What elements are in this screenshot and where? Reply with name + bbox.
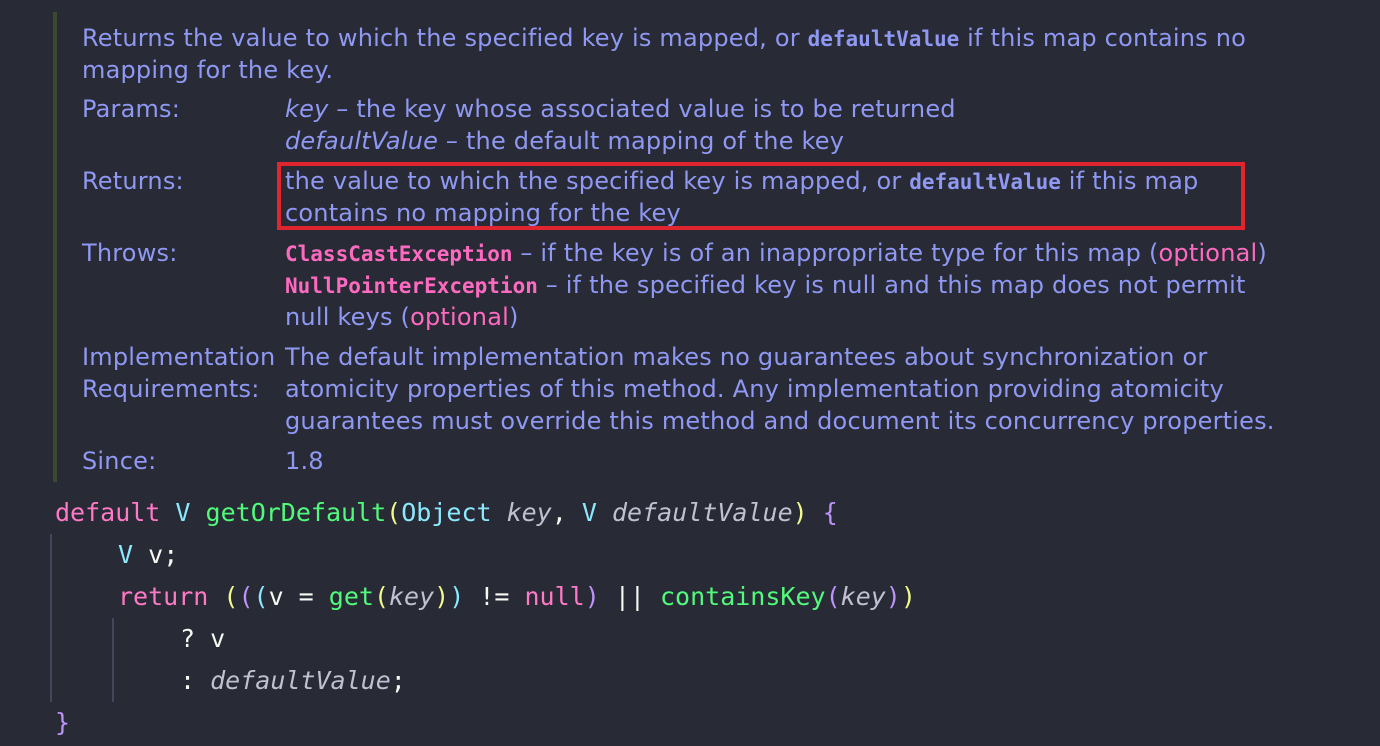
code-line-ternary-true[interactable]: ? v <box>180 618 225 660</box>
since-value: 1.8 <box>285 447 324 475</box>
code-line-declare[interactable]: V v; <box>118 534 178 576</box>
code-line-return[interactable]: return (((v = get(key)) != null) || cont… <box>118 576 916 618</box>
impl-label-line1: Implementation <box>82 343 276 371</box>
doc-summary-line2: mapping for the key. <box>82 56 334 84</box>
indent-guide <box>112 618 114 702</box>
optional-link[interactable]: optional <box>410 303 509 331</box>
param-key: key – the key whose associated value is … <box>285 95 956 123</box>
method-name[interactable]: getOrDefault <box>206 498 387 527</box>
code-line-signature[interactable]: default V getOrDefault(Object key, V def… <box>55 492 838 534</box>
impl-line2: atomicity properties of this method. Any… <box>285 375 1224 403</box>
throws-null-pointer: NullPointerException – if the specified … <box>285 271 1246 299</box>
javadoc-popup: Returns the value to which the specified… <box>0 0 1380 490</box>
since-label: Since: <box>82 447 157 475</box>
doc-summary-line1: Returns the value to which the specified… <box>82 24 1246 52</box>
throws-null-pointer-line2: null keys (optional) <box>285 303 519 331</box>
params-label: Params: <box>82 95 181 123</box>
returns-label: Returns: <box>82 167 184 195</box>
optional-link[interactable]: optional <box>1159 239 1258 267</box>
code-line-ternary-false[interactable]: : defaultValue; <box>180 660 406 702</box>
throws-class-cast: ClassCastException – if the key is of an… <box>285 239 1267 267</box>
indent-guide <box>50 534 52 702</box>
returns-highlight-box <box>277 162 1245 230</box>
class-cast-exception-link[interactable]: ClassCastException <box>285 242 513 266</box>
code-editor[interactable]: default V getOrDefault(Object key, V def… <box>0 490 1380 746</box>
impl-line3: guarantees must override this method and… <box>285 407 1275 435</box>
doc-left-bar <box>53 12 57 482</box>
param-default-value: defaultValue – the default mapping of th… <box>285 127 845 155</box>
code-default-value: defaultValue <box>807 27 960 51</box>
impl-label-line2: Requirements: <box>82 375 260 403</box>
null-pointer-exception-link[interactable]: NullPointerException <box>285 274 538 298</box>
throws-label: Throws: <box>82 239 178 267</box>
impl-line1: The default implementation makes no guar… <box>285 343 1208 371</box>
code-line-close-brace[interactable]: } <box>55 702 70 744</box>
